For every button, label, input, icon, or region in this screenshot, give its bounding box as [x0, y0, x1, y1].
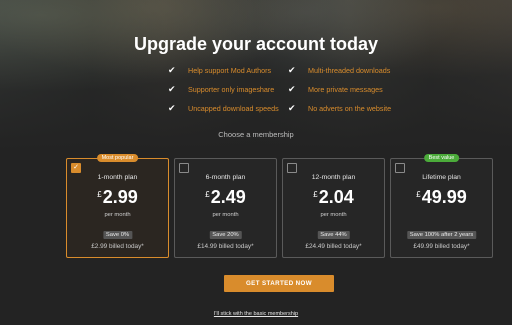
feature-label: Help support Mod Authors [188, 66, 272, 75]
check-icon: ✔ [288, 65, 296, 75]
savings-badge: Save 44% [317, 231, 350, 239]
best-value-badge: Best value [423, 154, 460, 162]
currency-symbol: £ [416, 190, 421, 199]
plan-checkbox[interactable] [179, 163, 189, 173]
price-period: per month [212, 212, 239, 218]
check-icon: ✔ [168, 103, 176, 113]
plan-name: 1-month plan [97, 174, 138, 181]
plan-checkbox[interactable] [395, 163, 405, 173]
plan-card-12-month[interactable]: 12-month plan £2.04 per month Save 44% £… [282, 158, 385, 258]
plan-name: 12-month plan [311, 174, 356, 181]
plan-price: £2.49 [175, 187, 276, 208]
savings-badge: Save 100% after 2 years [406, 231, 477, 239]
plan-name: Lifetime plan [422, 174, 461, 181]
page-title: Upgrade your account today [133, 34, 379, 54]
plan-name: 6-month plan [205, 174, 246, 181]
plan-card-1-month[interactable]: ✓ Most popular 1-month plan £2.99 per mo… [66, 154, 169, 258]
feature-list: ✔ Help support Mod Authors ✔ Multi-threade… [168, 65, 408, 114]
billed-today: £24.49 billed today* [305, 243, 362, 250]
get-started-button[interactable]: GET STARTED NOW [224, 275, 334, 292]
feature-item: ✔ No adverts on the website [288, 103, 408, 114]
feature-label: No adverts on the website [308, 104, 392, 113]
basic-membership-link[interactable]: I'll stick with the basic membership [0, 311, 512, 317]
feature-item: ✔ More private messages [288, 84, 408, 95]
billed-today: £2.99 billed today* [91, 243, 144, 250]
check-icon: ✔ [168, 84, 176, 94]
price-amount: 2.49 [210, 187, 246, 207]
price-period: per month [104, 212, 131, 218]
price-amount: 2.04 [318, 187, 354, 207]
plan-price: £2.99 [67, 187, 168, 208]
check-icon: ✔ [288, 103, 296, 113]
currency-symbol: £ [313, 190, 318, 199]
savings-badge: Save 20% [209, 231, 242, 239]
currency-symbol: £ [205, 190, 210, 199]
feature-item: ✔ Help support Mod Authors [168, 65, 288, 76]
plan-checkbox[interactable]: ✓ [71, 163, 81, 173]
most-popular-badge: Most popular [96, 154, 139, 162]
check-icon: ✔ [168, 65, 176, 75]
plan-list: ✓ Most popular 1-month plan £2.99 per mo… [66, 154, 493, 258]
feature-item: ✔ Uncapped download speeds [168, 103, 288, 114]
feature-label: More private messages [308, 85, 383, 94]
savings-badge: Save 0% [102, 231, 133, 239]
plan-card-6-month[interactable]: 6-month plan £2.49 per month Save 20% £1… [174, 158, 277, 258]
feature-label: Uncapped download speeds [188, 104, 279, 113]
check-icon: ✔ [288, 84, 296, 94]
plan-price: £2.04 [283, 187, 384, 208]
price-amount: 49.99 [421, 187, 467, 207]
plan-price: £49.99 [391, 187, 492, 208]
currency-symbol: £ [97, 190, 102, 199]
plan-card-lifetime[interactable]: Best value Lifetime plan £49.99 Save 100… [390, 154, 493, 258]
choose-membership-label: Choose a membership [218, 130, 294, 139]
feature-item: ✔ Multi-threaded downloads [288, 65, 408, 76]
price-period: per month [320, 212, 347, 218]
plan-checkbox[interactable] [287, 163, 297, 173]
billed-today: £14.99 billed today* [197, 243, 254, 250]
feature-item: ✔ Supporter only imageshare [168, 84, 288, 95]
billed-today: £49.99 billed today* [413, 243, 470, 250]
feature-label: Supporter only imageshare [188, 85, 275, 94]
price-amount: 2.99 [102, 187, 138, 207]
feature-label: Multi-threaded downloads [308, 66, 391, 75]
